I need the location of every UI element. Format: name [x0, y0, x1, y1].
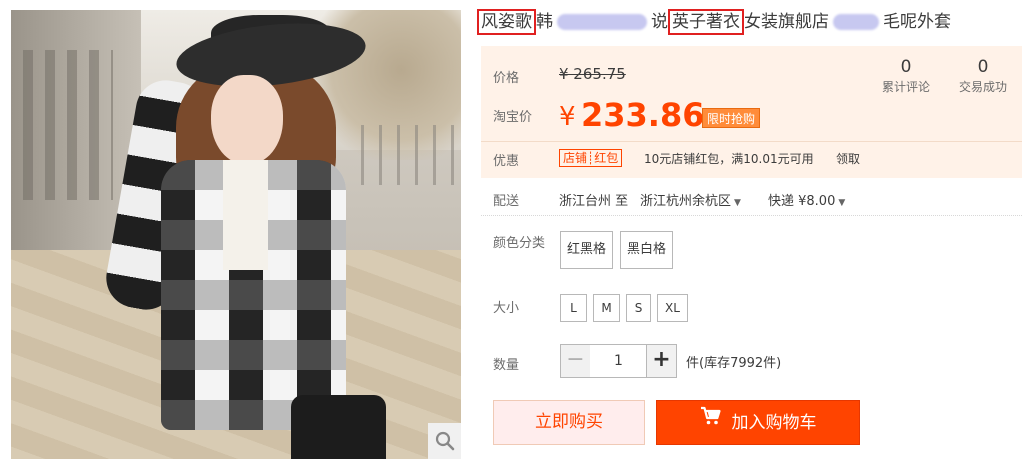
sales-count[interactable]: 0 交易成功	[953, 56, 1013, 95]
shipping-method-value: 快递 ¥8.00	[768, 194, 836, 209]
zoom-icon[interactable]	[428, 423, 461, 459]
sale-price-label: 淘宝价	[493, 110, 533, 125]
model-face	[211, 75, 283, 165]
review-count[interactable]: 0 累计评论	[876, 56, 936, 95]
size-label: 大小	[493, 301, 520, 316]
shipping-row: 配送 浙江台州 至 浙江杭州余杭区 ▼ 快递 ¥8.00 ▼	[481, 186, 1022, 216]
quantity-input[interactable]: 1	[590, 344, 647, 378]
buy-now-button[interactable]: 立即购买	[493, 400, 645, 445]
add-to-cart-button[interactable]: 加入购物车	[656, 400, 860, 445]
orig-price-label: 价格	[493, 71, 520, 86]
quantity-increase-button[interactable]: +	[646, 344, 677, 378]
size-option-l[interactable]: L	[560, 294, 587, 322]
claim-coupon-link[interactable]: 领取	[836, 150, 860, 167]
promo-badge: 限时抢购	[702, 108, 761, 128]
size-option-xl[interactable]: XL	[657, 294, 688, 322]
price-panel: 价格 ¥ 265.75 淘宝价 ¥ 233.86 限时抢购 0 累计评论 0 交…	[481, 46, 1022, 178]
stock-info: 件(库存7992件)	[686, 356, 782, 371]
size-option-m[interactable]: M	[593, 294, 620, 322]
ship-to-dropdown[interactable]: 浙江杭州余杭区 ▼	[640, 190, 741, 209]
product-title: 风姿歌韩 说英子著衣 女装旗舰店 毛呢外套	[477, 9, 1027, 35]
title-part-1: 韩	[536, 12, 553, 32]
sales-count-label: 交易成功	[958, 80, 1007, 94]
currency-symbol: ¥	[559, 102, 576, 132]
model-sweater	[223, 160, 268, 270]
shipping-label: 配送	[493, 194, 520, 209]
coupon-tag: 店铺┊红包	[559, 149, 623, 167]
redacted-text-2	[833, 14, 879, 30]
title-part-2: 说	[651, 12, 668, 32]
image-fence	[361, 125, 461, 185]
ship-to-value: 浙江杭州余杭区	[640, 194, 732, 209]
cart-icon	[700, 399, 722, 444]
coupon-label: 优惠	[493, 154, 520, 169]
product-main-image[interactable]	[11, 10, 461, 459]
review-count-label: 累计评论	[881, 80, 930, 94]
coupon-text: 10元店铺红包，满10.01元可用	[644, 152, 814, 166]
title-part-3: 女装旗舰店	[744, 12, 829, 32]
quantity-decrease-button[interactable]: −	[560, 344, 591, 378]
original-price: ¥ 265.75	[559, 65, 626, 83]
quantity-label: 数量	[493, 358, 520, 373]
brand-highlight: 风姿歌	[477, 9, 536, 35]
color-option-red-black[interactable]: 红黑格	[560, 231, 614, 269]
review-count-value: 0	[900, 57, 912, 77]
color-label: 颜色分类	[493, 236, 546, 251]
color-option-black-white[interactable]: 黑白格	[620, 231, 674, 269]
size-option-s[interactable]: S	[626, 294, 651, 322]
divider	[481, 141, 1022, 142]
sale-price: 233.86	[581, 96, 705, 134]
model-bag	[291, 395, 386, 459]
chevron-down-icon: ▼	[734, 198, 741, 208]
sales-count-value: 0	[977, 57, 989, 77]
ship-from: 浙江台州 至	[559, 194, 629, 209]
title-part-4: 毛呢外套	[883, 12, 951, 32]
shipping-method-dropdown[interactable]: 快递 ¥8.00 ▼	[768, 190, 845, 209]
shop-highlight: 英子著衣	[668, 9, 744, 35]
redacted-text	[557, 14, 647, 30]
chevron-down-icon: ▼	[838, 198, 846, 208]
add-to-cart-label: 加入购物车	[731, 413, 817, 433]
